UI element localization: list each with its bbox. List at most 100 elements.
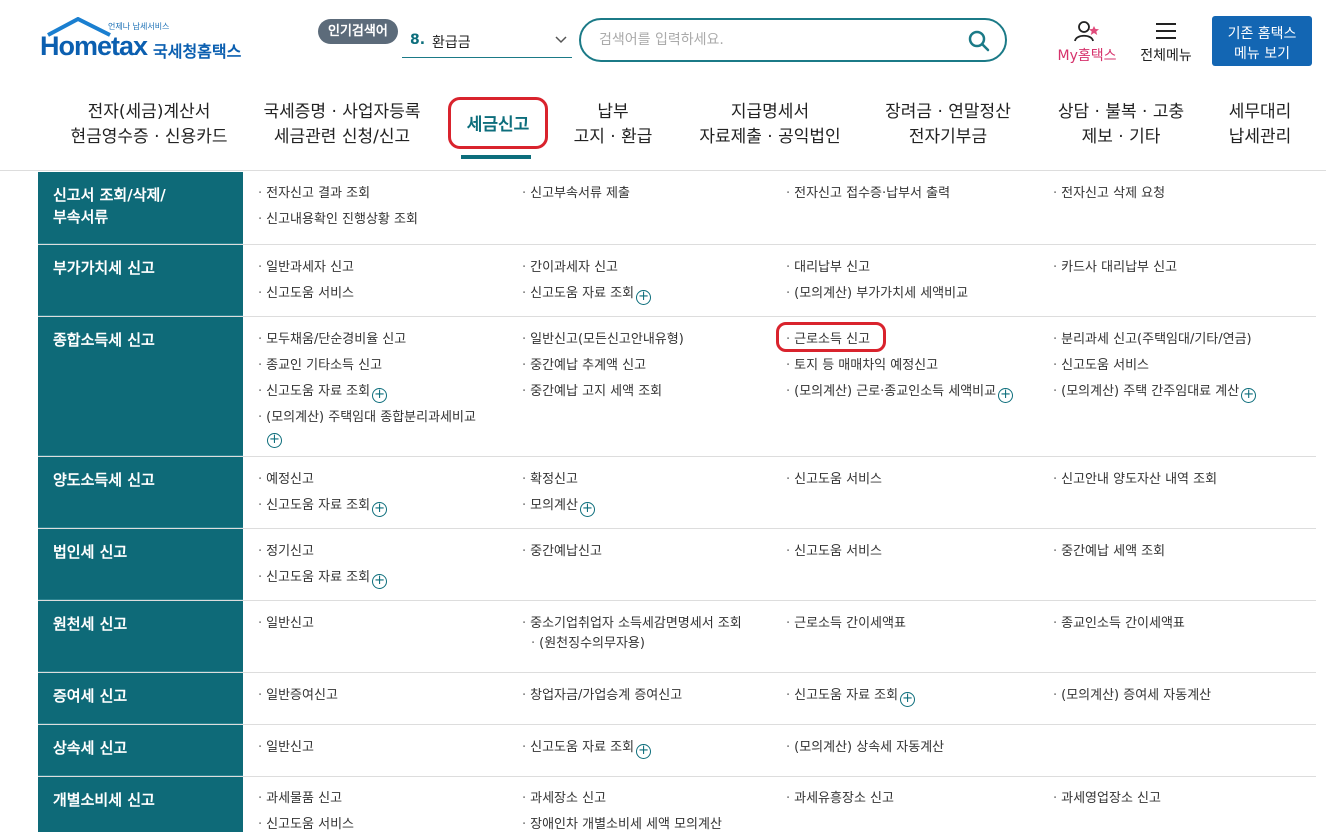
nav-item-tax-agent[interactable]: 세무대리 납세관리 [1222, 100, 1298, 150]
old-hometax-menu-button[interactable]: 기존 홈택스 메뉴 보기 [1212, 16, 1312, 66]
menu-link[interactable]: 정기신고 [258, 542, 314, 561]
menu-link[interactable]: 신고도움 자료 조회+ [522, 284, 652, 305]
menu-link-label: 모의계산 [530, 498, 578, 513]
menu-link[interactable]: 중간예납 추계액 신고 [522, 356, 646, 375]
menu-link[interactable]: 분리과세 신고(주택임대/기타/연금) [1053, 330, 1251, 349]
menu-link[interactable]: 종교인소득 간이세액표 [1053, 614, 1185, 633]
row-category: 증여세 신고 [38, 673, 243, 724]
menu-link[interactable]: 전자신고 결과 조회 [258, 184, 370, 203]
plus-icon[interactable]: + [372, 502, 388, 517]
menu-link[interactable]: 중소기업취업자 소득세감면명세서 조회 [522, 614, 742, 633]
menu-link[interactable]: 신고도움 서비스 [786, 470, 882, 489]
menu-link[interactable]: 일반과세자 신고 [258, 258, 354, 277]
all-menu-button[interactable]: 전체메뉴 [1134, 20, 1198, 70]
menu-link[interactable]: 과세물품 신고 [258, 789, 342, 808]
nav-highlight-marker [448, 97, 548, 149]
menu-link[interactable]: 카드사 대리납부 신고 [1053, 258, 1177, 277]
plus-icon[interactable]: + [372, 574, 388, 589]
menu-link[interactable]: 전자신고 접수증·납부서 출력 [786, 184, 950, 203]
menu-link[interactable]: (모의계산) 증여세 자동계산 [1053, 686, 1211, 705]
plus-icon[interactable]: + [998, 388, 1014, 403]
menu-link[interactable]: (모의계산) 주택 간주임대료 계산+ [1053, 382, 1257, 403]
menu-link[interactable]: (모의계산) 주택임대 종합분리과세비교 [258, 408, 476, 427]
nav-item-certificates[interactable]: 국세증명 · 사업자등록 세금관련 신청/신고 [256, 100, 428, 150]
menu-link-continuation[interactable]: (원천징수의무자용) [531, 634, 645, 653]
search-input[interactable] [599, 30, 959, 50]
nav-item-incentive[interactable]: 장려금 · 연말정산 전자기부금 [880, 100, 1016, 150]
row-category-label: 양도소득세 신고 [53, 471, 155, 489]
nav-label: 전자(세금)계산서 [87, 102, 211, 122]
menu-link[interactable]: 일반신고 [258, 738, 314, 757]
plus-icon[interactable]: + [372, 388, 388, 403]
menu-link[interactable]: (모의계산) 부가가치세 세액비교 [786, 284, 968, 303]
menu-link-label: 신고도움 자료 조회 [266, 384, 371, 399]
menu-link[interactable]: 신고도움 서비스 [258, 284, 354, 303]
menu-link[interactable]: 간이과세자 신고 [522, 258, 618, 277]
logo-korean-name: 국세청홈택스 [153, 42, 242, 61]
menu-link[interactable]: (모의계산) 상속세 자동계산 [786, 738, 944, 757]
menu-link[interactable]: 신고안내 양도자산 내역 조회 [1053, 470, 1217, 489]
tax-filing-menu-table: 신고서 조회/삭제/ 부속서류 전자신고 결과 조회 신고부속서류 제출 전자신… [38, 172, 1316, 832]
menu-link[interactable]: 모두채움/단순경비율 신고 [258, 330, 406, 349]
menu-link[interactable]: 신고도움 자료 조회+ [522, 738, 652, 759]
menu-link[interactable]: 확정신고 [522, 470, 578, 489]
menu-link[interactable]: 신고도움 자료 조회+ [258, 382, 388, 403]
nav-item-e-invoice[interactable]: 전자(세금)계산서 현금영수증 · 신용카드 [60, 100, 238, 150]
menu-link[interactable]: 신고도움 서비스 [258, 815, 354, 832]
old-menu-line1: 기존 홈택스 [1227, 25, 1297, 42]
menu-link[interactable]: (모의계산) 근로·종교인소득 세액비교+ [786, 382, 1014, 403]
popular-search-dropdown[interactable]: 8. 환급금 [402, 28, 572, 58]
menu-link[interactable]: 신고도움 자료 조회+ [258, 496, 388, 517]
menu-link[interactable]: 신고내용확인 진행상황 조회 [258, 210, 418, 229]
menu-link[interactable]: 중간예납 고지 세액 조회 [522, 382, 662, 401]
menu-link[interactable]: 과세유흥장소 신고 [786, 789, 894, 808]
popular-search-badge: 인기검색어 [318, 19, 398, 44]
menu-link[interactable]: 토지 등 매매차익 예정신고 [786, 356, 938, 375]
menu-link[interactable]: 근로소득 간이세액표 [786, 614, 906, 633]
highlight-marker [776, 322, 886, 352]
menu-row: 종합소득세 신고 모두채움/단순경비율 신고 일반신고(모든신고안내유형) 근로… [38, 317, 1316, 457]
nav-item-payment[interactable]: 납부 고지 · 환급 [566, 100, 660, 150]
menu-link-label: 신고도움 자료 조회 [266, 570, 371, 585]
plus-icon[interactable]: + [267, 433, 282, 448]
plus-icon[interactable]: + [900, 692, 916, 707]
menu-link[interactable]: 신고부속서류 제출 [522, 184, 630, 203]
menu-link[interactable]: 중간예납 세액 조회 [1053, 542, 1165, 561]
menu-link[interactable]: 중간예납신고 [522, 542, 602, 561]
nav-label: 지급명세서 [730, 102, 810, 122]
nav-item-consultation[interactable]: 상담 · 불복 · 고충 제보 · 기타 [1052, 100, 1190, 150]
menu-row: 법인세 신고 정기신고 중간예납신고 신고도움 서비스 중간예납 세액 조회 신… [38, 529, 1316, 601]
menu-link[interactable]: 종교인 기타소득 신고 [258, 356, 382, 375]
hometax-logo[interactable]: 언제나 납세서비스 Hometax 국세청홈택스 [38, 17, 258, 67]
menu-link[interactable]: 과세영업장소 신고 [1053, 789, 1161, 808]
nav-item-payment-statement[interactable]: 지급명세서 자료제출 · 공익법인 [692, 100, 848, 150]
row-category: 원천세 신고 [38, 601, 243, 672]
menu-link[interactable]: 신고도움 서비스 [1053, 356, 1149, 375]
nav-label: 납부 [597, 102, 629, 122]
row-category: 신고서 조회/삭제/ 부속서류 [38, 172, 243, 244]
plus-icon[interactable]: + [636, 290, 652, 305]
plus-icon[interactable]: + [636, 744, 652, 759]
menu-link[interactable]: 전자신고 삭제 요청 [1053, 184, 1165, 203]
menu-link[interactable]: 과세장소 신고 [522, 789, 606, 808]
nav-sublabel: 현금영수증 · 신용카드 [70, 127, 228, 147]
plus-icon[interactable]: + [1241, 388, 1257, 403]
menu-link[interactable]: 일반신고(모든신고안내유형) [522, 330, 684, 349]
menu-link[interactable]: 장애인차 개별소비세 세액 모의계산 [522, 815, 722, 832]
my-hometax-button[interactable]: My홈택스 [1052, 20, 1122, 70]
row-category-label: 종합소득세 신고 [53, 331, 155, 349]
menu-row: 증여세 신고 일반증여신고 창업자금/가업승계 증여신고 신고도움 자료 조회+… [38, 673, 1316, 725]
menu-link[interactable]: 신고도움 자료 조회+ [258, 568, 388, 589]
menu-link[interactable]: 대리납부 신고 [786, 258, 870, 277]
hamburger-menu-icon [1156, 23, 1176, 39]
menu-link[interactable]: 신고도움 자료 조회+ [786, 686, 916, 707]
menu-link[interactable]: 모의계산+ [522, 496, 595, 517]
menu-link[interactable]: 예정신고 [258, 470, 314, 489]
menu-link[interactable]: 일반신고 [258, 614, 314, 633]
menu-link[interactable]: 일반증여신고 [258, 686, 338, 705]
search-icon[interactable] [967, 29, 991, 53]
menu-link[interactable]: 신고도움 서비스 [786, 542, 882, 561]
menu-link[interactable]: 창업자금/가업승계 증여신고 [522, 686, 682, 705]
plus-icon[interactable]: + [579, 502, 595, 517]
row-category-label: 원천세 신고 [53, 615, 128, 633]
